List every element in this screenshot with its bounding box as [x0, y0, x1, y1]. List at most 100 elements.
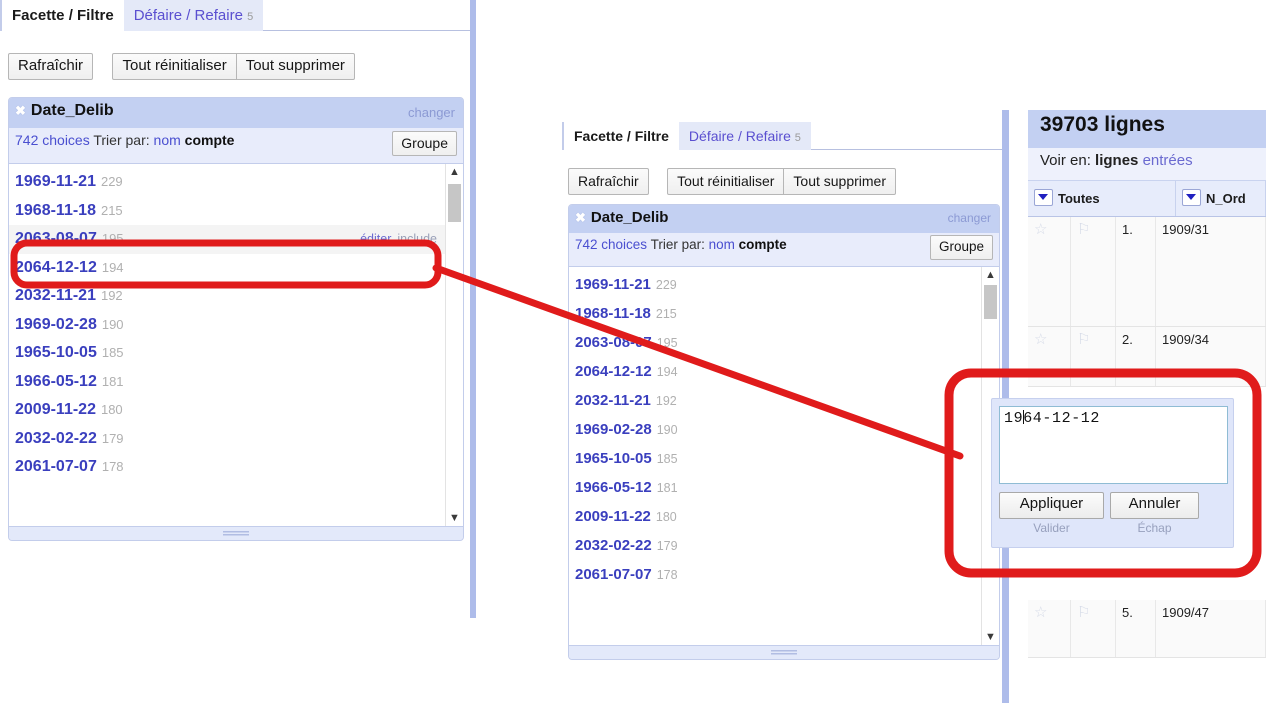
facet-choice-row[interactable]: 1966-05-12 181 [9, 368, 445, 397]
mid-resize-grip-icon[interactable] [771, 650, 797, 655]
star-glyph[interactable]: ☆ [1034, 604, 1047, 621]
star-glyph[interactable]: ☆ [1034, 221, 1047, 238]
facet-choice-row[interactable]: 2063-08-07 195 éditer include [9, 225, 445, 254]
left-toolbar: Rafraîchir Tout réinitialiser Tout suppri… [8, 53, 355, 80]
mid-scrollbar-thumb[interactable] [984, 285, 997, 319]
tab-facette-filtre[interactable]: Facette / Filtre [0, 0, 124, 31]
mid-facet-choice-row[interactable]: 1966-05-12 181 [569, 473, 981, 502]
flag-glyph[interactable]: ⚐ [1077, 331, 1090, 348]
facet-edit-link[interactable]: éditer [360, 232, 391, 246]
mid-facet-rows: 1969-11-21 229 1968-11-18 215 2063-08-07 195 2… [569, 270, 981, 589]
chevron-down-icon-2[interactable] [1182, 189, 1201, 206]
view-rows-option[interactable]: lignes [1095, 152, 1138, 169]
chevron-down-icon[interactable] [1034, 189, 1053, 206]
flag-icon[interactable]: ⚐ [1071, 600, 1116, 657]
mid-facet-choice-row[interactable]: 2032-02-22 179 [569, 531, 981, 560]
star-icon[interactable]: ☆ [1028, 217, 1071, 326]
mid-facet-choice-row[interactable]: 1969-11-21 229 [569, 270, 981, 299]
mid-facet-choice-row[interactable]: 2064-12-12 194 [569, 357, 981, 386]
edit-value-input[interactable]: 1964-12-12 [999, 406, 1228, 484]
mid-facet-choice-list[interactable]: 1969-11-21 229 1968-11-18 215 2063-08-07 195 2… [569, 266, 999, 646]
apply-button[interactable]: Appliquer [999, 492, 1104, 519]
facet-choice-row[interactable]: 2009-11-22 180 [9, 396, 445, 425]
mid-tab-defaire-refaire[interactable]: Défaire / Refaire 5 [678, 122, 811, 150]
star-glyph[interactable]: ☆ [1034, 331, 1047, 348]
facet-choice-row[interactable]: 2064-12-12 194 [9, 254, 445, 283]
edit-value-after-caret: 64-12-12 [1023, 410, 1101, 427]
flag-glyph[interactable]: ⚐ [1077, 604, 1090, 621]
grid-view-toggle: Voir en: lignes entrées [1028, 148, 1266, 181]
facet-include-link[interactable]: include [397, 232, 437, 246]
mid-facet-choice-value: 1969-02-28 [575, 421, 652, 438]
row-index: 1. [1116, 217, 1156, 326]
refresh-button[interactable]: Rafraîchir [8, 53, 94, 80]
flag-glyph[interactable]: ⚐ [1077, 221, 1090, 238]
mid-scroll-up-icon[interactable]: ▲ [982, 267, 999, 284]
mid-facet-choice-row[interactable]: 2032-11-21 192 [569, 386, 981, 415]
flag-icon[interactable]: ⚐ [1071, 327, 1116, 386]
mid-scroll-down-icon[interactable]: ▼ [982, 629, 999, 646]
facet-change-link[interactable]: changer [408, 105, 455, 120]
mid-facet-choice-row[interactable]: 1965-10-05 185 [569, 444, 981, 473]
row-index: 2. [1116, 327, 1156, 386]
mid-facet-sort-by-name[interactable]: nom [709, 237, 735, 252]
facet-choice-row[interactable]: 1969-11-21 229 [9, 168, 445, 197]
column-header-nord[interactable]: N_Ord [1176, 181, 1266, 216]
facet-sort-by-count[interactable]: compte [185, 132, 235, 148]
apply-hint: Valider [999, 521, 1104, 535]
cell-n-ord[interactable]: 1909/34 [1156, 327, 1266, 386]
scroll-down-icon[interactable]: ▼ [446, 510, 463, 527]
star-icon[interactable]: ☆ [1028, 327, 1071, 386]
mid-facet-choice-row[interactable]: 1968-11-18 215 [569, 299, 981, 328]
mid-facet-choice-value: 1968-11-18 [575, 305, 651, 322]
table-row[interactable]: ☆ ⚐ 2. 1909/34 [1028, 327, 1266, 387]
resize-grip-icon[interactable] [223, 531, 249, 536]
facet-choice-value: 2009-11-22 [15, 401, 96, 418]
table-row[interactable]: ☆ ⚐ 1. 1909/31 [1028, 217, 1266, 327]
cell-n-ord[interactable]: 1909/31 [1156, 217, 1266, 326]
column-header-toutes[interactable]: Toutes [1028, 181, 1176, 216]
mid-remove-all-button[interactable]: Tout supprimer [783, 168, 896, 195]
remove-all-button[interactable]: Tout supprimer [235, 53, 355, 80]
facet-choice-row[interactable]: 1965-10-05 185 [9, 339, 445, 368]
facet-choice-value: 1968-11-18 [15, 201, 96, 219]
facet-choice-row[interactable]: 2032-11-21 192 [9, 282, 445, 311]
mid-refresh-button[interactable]: Rafraîchir [568, 168, 649, 195]
mid-facet-choice-row[interactable]: 2063-08-07 195 [569, 328, 981, 357]
flag-icon[interactable]: ⚐ [1071, 217, 1116, 326]
facet-group-button[interactable]: Groupe [392, 131, 457, 156]
close-icon[interactable]: ✖ [15, 103, 26, 118]
mid-facet-choice-row[interactable]: 2061-07-07 178 [569, 560, 981, 589]
mid-facet-choice-count: 194 [656, 365, 678, 379]
cell-n-ord[interactable]: 1909/47 [1156, 600, 1266, 657]
mid-facet-resize-footer[interactable] [569, 645, 999, 659]
view-records-option[interactable]: entrées [1143, 152, 1193, 169]
mid-close-icon[interactable]: ✖ [575, 210, 586, 225]
facet-choice-row[interactable]: 2061-07-07 178 [9, 453, 445, 482]
facet-choice-row[interactable]: 1969-02-28 190 [9, 311, 445, 340]
mid-bulk-actions-group: Tout réinitialiser Tout supprimer [667, 168, 896, 195]
mid-facet-choice-row[interactable]: 2009-11-22 180 [569, 502, 981, 531]
facet-scrollbar[interactable]: ▲ ▼ [445, 164, 463, 527]
mid-facet-change-link[interactable]: changer [948, 211, 991, 225]
facet-choice-row[interactable]: 2032-02-22 179 [9, 425, 445, 454]
facet-choice-row[interactable]: 1968-11-18 215 [9, 197, 445, 226]
mid-facet-choice-count: 179 [656, 539, 678, 553]
facet-choice-list[interactable]: 1969-11-21 229 1968-11-18 215 2063-08-07 195 é… [9, 163, 463, 527]
table-row[interactable]: ☆ ⚐ 5. 1909/47 [1028, 600, 1266, 658]
mid-facet-sort-by-count[interactable]: compte [739, 237, 787, 252]
row-index: 5. [1116, 600, 1156, 657]
scrollbar-thumb[interactable] [448, 184, 461, 222]
cancel-button[interactable]: Annuler [1110, 492, 1199, 519]
mid-tab-facette-filtre[interactable]: Facette / Filtre [562, 122, 679, 150]
reset-all-button[interactable]: Tout réinitialiser [112, 53, 237, 80]
star-icon[interactable]: ☆ [1028, 600, 1071, 657]
mid-facet-group-button[interactable]: Groupe [929, 235, 993, 260]
mid-reset-all-button[interactable]: Tout réinitialiser [667, 168, 785, 195]
tab-defaire-refaire[interactable]: Défaire / Refaire 5 [123, 0, 264, 31]
facet-sort-by-name[interactable]: nom [154, 132, 181, 148]
left-panel-divider[interactable] [470, 0, 476, 618]
facet-resize-footer[interactable] [9, 526, 463, 540]
scroll-up-icon[interactable]: ▲ [446, 164, 463, 181]
mid-facet-choice-row[interactable]: 1969-02-28 190 [569, 415, 981, 444]
